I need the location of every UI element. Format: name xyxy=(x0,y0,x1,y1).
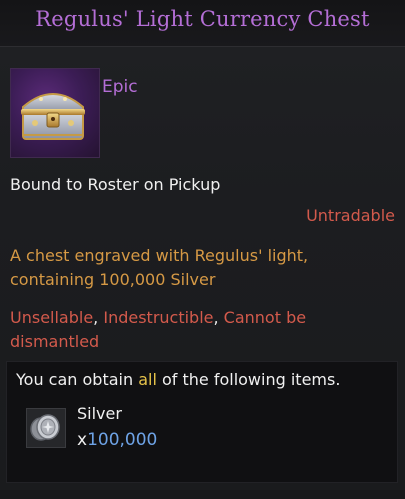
description-line-1: A chest engraved with Regulus' light, xyxy=(10,246,309,265)
restriction-indestructible: Indestructible xyxy=(103,308,214,327)
trade-status: Untradable xyxy=(306,206,395,225)
obtain-header: You can obtain all of the following item… xyxy=(16,370,340,389)
obtain-prefix: You can obtain xyxy=(16,370,139,389)
item-title: Regulus' Light Currency Chest xyxy=(35,7,370,31)
restriction-separator: , xyxy=(93,308,104,327)
item-restrictions: Unsellable, Indestructible, Cannot be di… xyxy=(10,306,390,354)
obtain-suffix: of the following items. xyxy=(156,370,341,389)
item-description: A chest engraved with Regulus' light, co… xyxy=(10,244,390,292)
obtainable-items-box: You can obtain all of the following item… xyxy=(6,361,398,483)
silver-coins-icon[interactable] xyxy=(26,408,66,448)
restriction-cannot-be-dismantled: Cannot be xyxy=(223,308,307,327)
silver-coin-graphic xyxy=(30,414,60,441)
item-tooltip: Regulus' Light Currency Chest Epic Bound… xyxy=(0,0,405,499)
treasure-chest-icon xyxy=(21,93,85,140)
restriction-cannot-be-dismantled-cont: dismantled xyxy=(10,332,100,351)
reward-item-quantity: x100,000 xyxy=(77,430,157,450)
restriction-unsellable: Unsellable xyxy=(10,308,94,327)
reward-item-name: Silver xyxy=(77,404,122,423)
restriction-separator: , xyxy=(213,308,224,327)
obtain-highlight: all xyxy=(138,370,157,389)
title-bar: Regulus' Light Currency Chest xyxy=(0,0,405,47)
item-icon-frame xyxy=(10,68,100,158)
tooltip-bottom-edge xyxy=(0,490,405,499)
bound-status: Bound to Roster on Pickup xyxy=(10,175,221,194)
quantity-prefix: x xyxy=(77,430,88,450)
item-grade: Epic xyxy=(102,77,138,97)
quantity-value: 100,000 xyxy=(87,430,158,450)
description-line-2: containing 100,000 Silver xyxy=(10,270,216,289)
